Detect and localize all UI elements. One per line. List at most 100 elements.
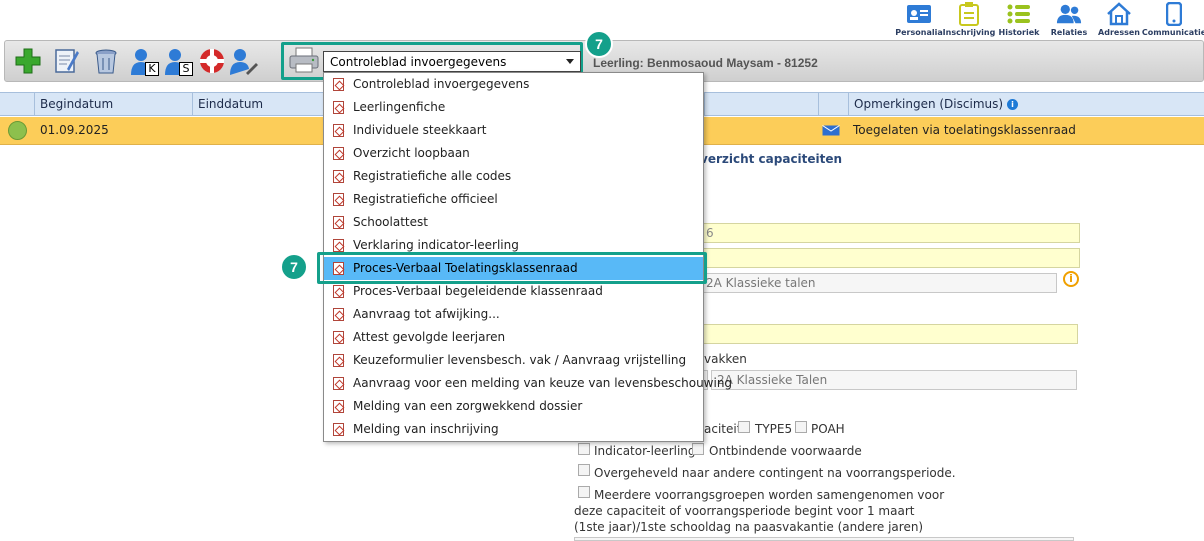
dropdown-item-label: Individuele steekkaart	[353, 123, 487, 137]
meerdere-label-3: (1ste jaar)/1ste schooldag na paasvakant…	[574, 520, 924, 534]
phone-icon	[1161, 2, 1187, 26]
warning-icon[interactable]: i	[1063, 271, 1079, 287]
dropdown-item[interactable]: Aanvraag tot afwijking...	[324, 303, 703, 326]
dropdown-item[interactable]: Overzicht loopbaan	[324, 142, 703, 165]
pdf-icon	[333, 423, 344, 436]
field-5[interactable]: 2A Klassieke Talen	[711, 370, 1077, 390]
dropdown-item-selected[interactable]: Proces-Verbaal Toelatingsklassenraad	[324, 257, 703, 280]
column-opmerkingen-label: Opmerkingen (Discimus)	[854, 97, 1004, 111]
dropdown-item[interactable]: Aanvraag voor een melding van keuze van …	[324, 372, 732, 395]
dropdown-item-label: Keuzeformulier levensbesch. vak / Aanvra…	[353, 353, 687, 367]
pdf-icon	[333, 308, 344, 321]
overgeheveld-checkbox[interactable]	[578, 464, 590, 476]
dropdown-item[interactable]: Individuele steekkaart	[324, 119, 703, 142]
print-button[interactable]	[289, 46, 319, 76]
nav-label: Personalia	[895, 28, 943, 37]
cell-opmerking: Toegelaten via toelatingsklassenraad	[853, 123, 1076, 137]
nav-label: Communicatie	[1141, 28, 1204, 37]
dropdown-item-label: Overzicht loopbaan	[353, 146, 470, 160]
top-navigation: Personalia Inschrijving Historiek Relati…	[894, 0, 1204, 40]
pdf-icon	[333, 216, 344, 229]
nav-label: Relaties	[1050, 28, 1088, 37]
meerdere-label-1: Meerdere voorrangsgroepen worden samenge…	[594, 488, 945, 502]
capaciteit-label: aciteit	[704, 422, 742, 436]
dropdown-item-label: Aanvraag voor een melding van keuze van …	[353, 376, 733, 390]
field-4[interactable]	[700, 324, 1078, 344]
lifebuoy-button[interactable]	[197, 47, 227, 77]
step-badge-item: 7	[280, 253, 308, 281]
nav-communicatie[interactable]: Communicatie	[1141, 0, 1204, 40]
house-icon	[1106, 2, 1132, 26]
dropdown-item[interactable]: Controleblad invoergegevens	[324, 73, 703, 96]
dropdown-item-label: Leerlingenfiche	[353, 100, 446, 114]
info-icon[interactable]: i	[1007, 99, 1019, 110]
report-select[interactable]: Controleblad invoergegevens	[323, 51, 581, 72]
nav-label: Inschrijving	[942, 28, 996, 37]
dropdown-item-label: Attest gevolgde leerjaren	[353, 330, 506, 344]
dropdown-item-label: Melding van een zorgwekkend dossier	[353, 399, 583, 413]
plus-icon	[14, 47, 42, 78]
report-dropdown-list: Controleblad invoergegevens Leerlingenfi…	[323, 72, 732, 442]
indicator-label: Indicator-leerling	[594, 444, 696, 458]
dropdown-item[interactable]: Verklaring indicator-leerling	[324, 234, 703, 257]
field-1[interactable]: 6	[700, 223, 1080, 243]
user-edit-button[interactable]	[229, 47, 259, 77]
poah-label: POAH	[811, 422, 845, 436]
column-opmerkingen[interactable]: Opmerkingen (Discimus) i	[848, 93, 1204, 115]
pdf-icon	[333, 147, 344, 160]
printer-icon	[289, 46, 319, 77]
user-s-button[interactable]: S	[163, 47, 193, 77]
field-3[interactable]: 2A Klassieke talen	[700, 273, 1057, 293]
mail-icon[interactable]	[822, 125, 840, 139]
edit-button[interactable]	[51, 47, 81, 77]
indicator-checkbox[interactable]	[578, 443, 590, 455]
ontbindende-checkbox[interactable]	[692, 443, 704, 455]
clipboard-icon	[956, 2, 982, 26]
pdf-icon	[333, 78, 344, 91]
field-2[interactable]	[700, 248, 1080, 268]
dropdown-item-label: Melding van inschrijving	[353, 422, 499, 436]
dropdown-item-label: Proces-Verbaal Toelatingsklassenraad	[353, 261, 578, 275]
report-select-value: Controleblad invoergegevens	[330, 55, 507, 69]
type5-checkbox[interactable]	[738, 421, 750, 433]
dropdown-item[interactable]: Registratiefiche alle codes	[324, 165, 703, 188]
meerdere-label-2: deze capaciteit of voorrangsperiode begi…	[574, 504, 915, 518]
dropdown-item[interactable]: Proces-Verbaal begeleidende klassenraad	[324, 280, 703, 303]
add-button[interactable]	[13, 47, 43, 77]
nav-historiek[interactable]: Historiek	[994, 0, 1044, 40]
dropdown-item[interactable]: Registratiefiche officieel	[324, 188, 703, 211]
dropdown-item[interactable]: Attest gevolgde leerjaren	[324, 326, 703, 349]
user-k-button[interactable]: K	[129, 47, 159, 77]
dropdown-item-label: Proces-Verbaal begeleidende klassenraad	[353, 284, 603, 298]
pdf-icon	[333, 285, 344, 298]
lifebuoy-icon	[198, 47, 226, 78]
user-s-label: S	[179, 62, 193, 76]
nav-personalia[interactable]: Personalia	[894, 0, 944, 40]
column-einddatum[interactable]: Einddatum	[192, 93, 324, 115]
list-icon	[1006, 2, 1032, 26]
delete-button[interactable]	[91, 47, 121, 77]
dropdown-item[interactable]: Keuzeformulier levensbesch. vak / Aanvra…	[324, 349, 703, 372]
dropdown-item-label: Aanvraag tot afwijking...	[353, 307, 500, 321]
column-icon	[818, 93, 848, 115]
dropdown-item-label: Schoolattest	[353, 215, 428, 229]
dropdown-item[interactable]: Melding van inschrijving	[324, 418, 703, 441]
meerdere-checkbox[interactable]	[578, 486, 590, 498]
pdf-icon	[333, 377, 344, 390]
user-k-label: K	[145, 62, 159, 76]
type5-label: TYPE5	[755, 422, 793, 436]
dropdown-item[interactable]: Schoolattest	[324, 211, 703, 234]
column-blank[interactable]	[704, 93, 818, 115]
dropdown-item[interactable]: Melding van een zorgwekkend dossier	[324, 395, 703, 418]
people-icon	[1056, 2, 1082, 26]
user-edit-icon	[230, 47, 258, 78]
field-bottom[interactable]	[574, 537, 1074, 541]
status-dot-icon	[8, 121, 27, 140]
poah-checkbox[interactable]	[795, 421, 807, 433]
nav-relaties[interactable]: Relaties	[1044, 0, 1094, 40]
dropdown-item[interactable]: Leerlingenfiche	[324, 96, 703, 119]
nav-adressen[interactable]: Adressen	[1094, 0, 1144, 40]
nav-inschrijving[interactable]: Inschrijving	[942, 0, 996, 40]
column-begindatum[interactable]: Begindatum	[34, 93, 192, 115]
pdf-icon	[333, 331, 344, 344]
